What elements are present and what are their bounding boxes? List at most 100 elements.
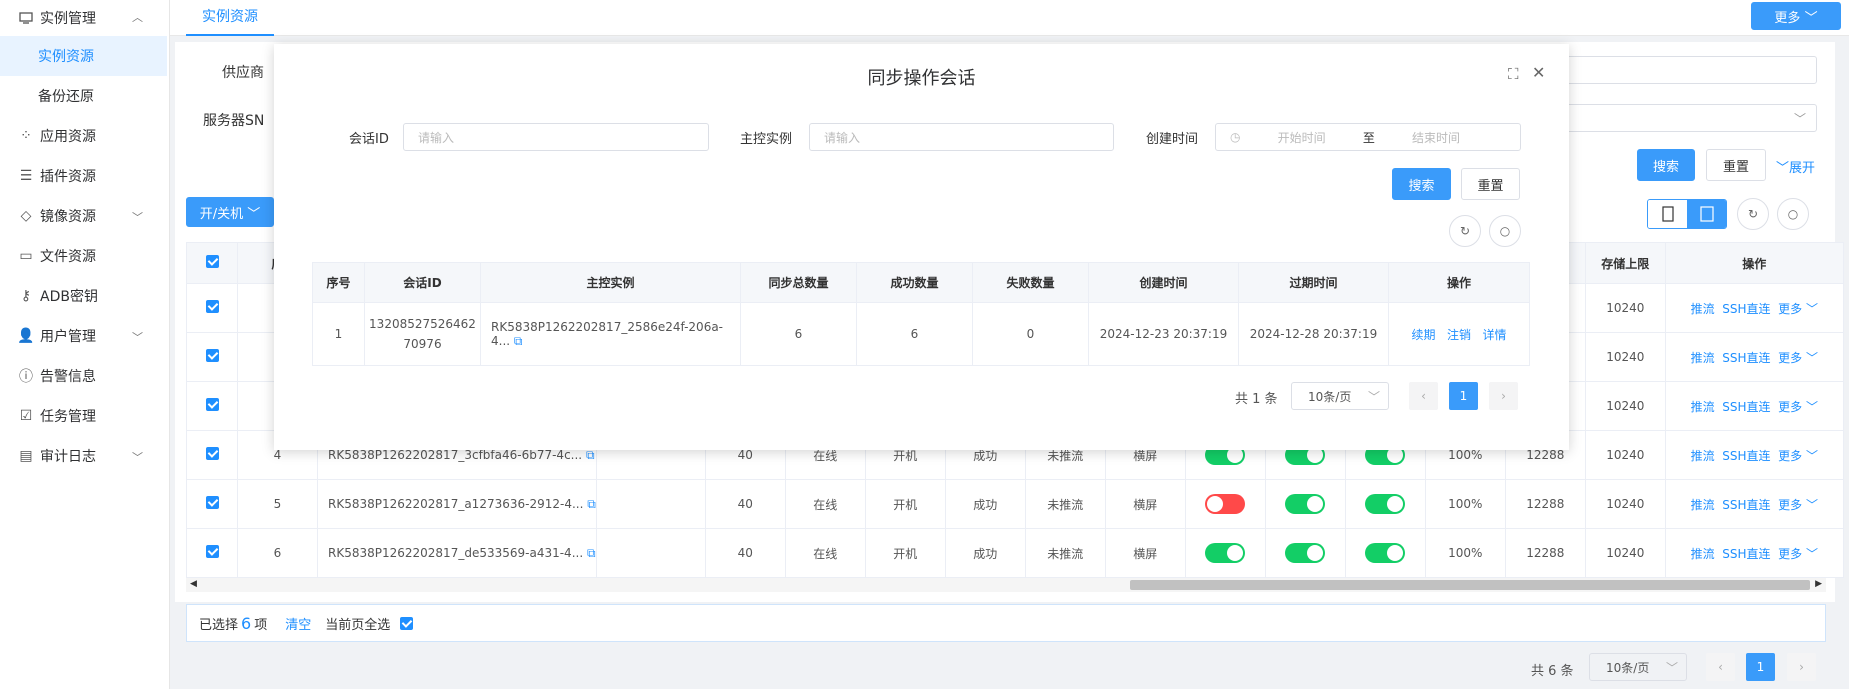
power-button[interactable]: 开/关机 ﹀: [186, 197, 274, 227]
dialog-total-count: 共 1 条: [1235, 392, 1278, 407]
row-memory: 12288: [1504, 479, 1586, 529]
dialog-reset-button[interactable]: 重置: [1461, 168, 1520, 200]
push-link[interactable]: 推流: [1691, 547, 1715, 561]
scrollbar-thumb[interactable]: [1130, 580, 1810, 590]
sidebar-item-files[interactable]: ▭ 文件资源: [0, 236, 169, 276]
toggle-switch-on[interactable]: [1365, 494, 1406, 514]
session-id-input[interactable]: 请输入: [403, 123, 709, 151]
row-storage: 10240: [1584, 479, 1666, 529]
sidebar-item-label: 镜像资源: [40, 209, 96, 225]
dialog-page-size-select[interactable]: 10条/页 ﹀: [1291, 382, 1389, 410]
end-time-placeholder: 结束时间: [1411, 130, 1460, 145]
push-link[interactable]: 推流: [1691, 498, 1715, 512]
search-icon[interactable]: ○: [1777, 198, 1809, 230]
phone-portrait-icon[interactable]: [1648, 200, 1687, 228]
search-button[interactable]: 搜索: [1637, 149, 1695, 181]
supplier-input[interactable]: [1560, 56, 1817, 84]
row-ops: 推流 SSH直连 更多 ﹀: [1664, 283, 1844, 333]
chevron-down-icon: ﹀: [1806, 399, 1819, 414]
more-button[interactable]: 更多 ﹀: [1751, 2, 1841, 30]
row-checkbox[interactable]: [205, 496, 219, 509]
sidebar-item-instance-mgmt[interactable]: 实例管理 ︿: [0, 0, 169, 36]
row-checkbox[interactable]: [205, 300, 219, 313]
chevron-down-icon: ﹀: [132, 211, 143, 224]
toggle-switch-on[interactable]: [1205, 543, 1246, 563]
date-range-picker[interactable]: ◷ 开始时间 至 结束时间: [1215, 123, 1521, 151]
select-all-checkbox[interactable]: [205, 255, 219, 268]
monitor-icon: [18, 10, 34, 26]
push-link[interactable]: 推流: [1691, 351, 1715, 365]
sync-session-dialog: 同步操作会话 ⛶ ✕ 会话ID 请输入 主控实例 请输入 创建时间 ◷ 开始时间…: [274, 44, 1569, 450]
header-check[interactable]: [186, 242, 238, 284]
dialog-search-button[interactable]: 搜索: [1392, 168, 1451, 200]
ssh-link[interactable]: SSH直连: [1722, 547, 1770, 561]
scroll-left-icon[interactable]: ◀: [190, 579, 197, 589]
row-checkbox[interactable]: [205, 398, 219, 411]
more-link[interactable]: 更多: [1778, 302, 1802, 316]
row-checkbox[interactable]: [205, 545, 219, 558]
sessions-table: 序号 会话ID 主控实例 同步总数量 成功数量 失败数量 创建时间 过期时间 操…: [312, 262, 1530, 366]
copy-icon[interactable]: ⧉: [587, 497, 595, 511]
user-icon: 👤: [17, 328, 35, 344]
page-size-select[interactable]: 10条/页 ﹀: [1589, 653, 1687, 681]
toggle-switch-on[interactable]: [1285, 494, 1326, 514]
copy-icon[interactable]: ⧉: [514, 334, 523, 348]
more-link[interactable]: 更多: [1778, 498, 1802, 512]
phone-landscape-icon[interactable]: [1687, 200, 1726, 228]
scroll-right-icon[interactable]: ▶: [1815, 579, 1822, 589]
fullscreen-icon[interactable]: ⛶: [1508, 65, 1519, 83]
row-ops: 推流 SSH直连 更多 ﹀: [1664, 381, 1844, 431]
dialog-next-page-button[interactable]: ›: [1489, 382, 1518, 410]
push-link[interactable]: 推流: [1691, 449, 1715, 463]
row-checkbox[interactable]: [205, 349, 219, 362]
sidebar-item-alerts[interactable]: ⓘ 告警信息: [0, 356, 169, 396]
sidebar-item-images[interactable]: ◇ 镜像资源 ﹀: [0, 196, 169, 236]
push-link[interactable]: 推流: [1691, 302, 1715, 316]
sidebar-item-apps[interactable]: ⁘ 应用资源: [0, 116, 169, 156]
renew-link[interactable]: 续期: [1412, 328, 1436, 342]
ssh-link[interactable]: SSH直连: [1722, 351, 1770, 365]
expand-link[interactable]: ﹀展开: [1776, 157, 1815, 176]
sidebar-item-users[interactable]: 👤 用户管理 ﹀: [0, 316, 169, 356]
toggle-switch-on[interactable]: [1285, 543, 1326, 563]
page-button[interactable]: 1: [1746, 653, 1775, 681]
ssh-link[interactable]: SSH直连: [1722, 302, 1770, 316]
row-checkbox[interactable]: [205, 447, 219, 460]
selected-count: 6: [241, 613, 252, 633]
page-select-all-checkbox[interactable]: [400, 616, 414, 630]
horizontal-scrollbar[interactable]: ◀ ▶: [186, 578, 1826, 592]
search-icon[interactable]: ○: [1489, 215, 1521, 247]
more-link[interactable]: 更多: [1778, 400, 1802, 414]
dialog-page-button[interactable]: 1: [1449, 382, 1478, 410]
sidebar-item-plugins[interactable]: ☰ 插件资源: [0, 156, 169, 196]
ssh-link[interactable]: SSH直连: [1722, 449, 1770, 463]
dialog-prev-page-button[interactable]: ‹: [1409, 382, 1438, 410]
prev-page-button[interactable]: ‹: [1706, 653, 1735, 681]
sidebar-item-audit[interactable]: ▤ 审计日志 ﹀: [0, 436, 169, 476]
ssh-link[interactable]: SSH直连: [1722, 400, 1770, 414]
sidebar-item-tasks[interactable]: ☑ 任务管理: [0, 396, 169, 436]
refresh-icon[interactable]: ↻: [1449, 215, 1481, 247]
copy-icon[interactable]: ⧉: [587, 546, 595, 560]
master-instance-input[interactable]: 请输入: [809, 123, 1114, 151]
more-link[interactable]: 更多: [1778, 351, 1802, 365]
push-link[interactable]: 推流: [1691, 400, 1715, 414]
tab-instance-resources[interactable]: 实例资源: [186, 0, 274, 36]
logout-link[interactable]: 注销: [1447, 328, 1471, 342]
refresh-icon[interactable]: ↻: [1737, 198, 1769, 230]
close-icon[interactable]: ✕: [1532, 63, 1545, 82]
sidebar-subitem-instance-resources[interactable]: 实例资源: [0, 36, 167, 76]
sidebar-item-adb[interactable]: ⚷ ADB密钥: [0, 276, 169, 316]
clear-link[interactable]: 清空: [285, 614, 311, 633]
more-link[interactable]: 更多: [1778, 547, 1802, 561]
server-sn-select[interactable]: ﹀: [1560, 104, 1817, 132]
more-link[interactable]: 更多: [1778, 449, 1802, 463]
sidebar-subitem-backup[interactable]: 备份还原: [0, 76, 169, 116]
reset-button[interactable]: 重置: [1706, 149, 1766, 181]
row-success-count: 6: [856, 302, 973, 366]
ssh-link[interactable]: SSH直连: [1722, 498, 1770, 512]
next-page-button[interactable]: ›: [1787, 653, 1816, 681]
toggle-switch-off[interactable]: [1205, 494, 1246, 514]
details-link[interactable]: 详情: [1482, 328, 1506, 342]
toggle-switch-on[interactable]: [1365, 543, 1406, 563]
